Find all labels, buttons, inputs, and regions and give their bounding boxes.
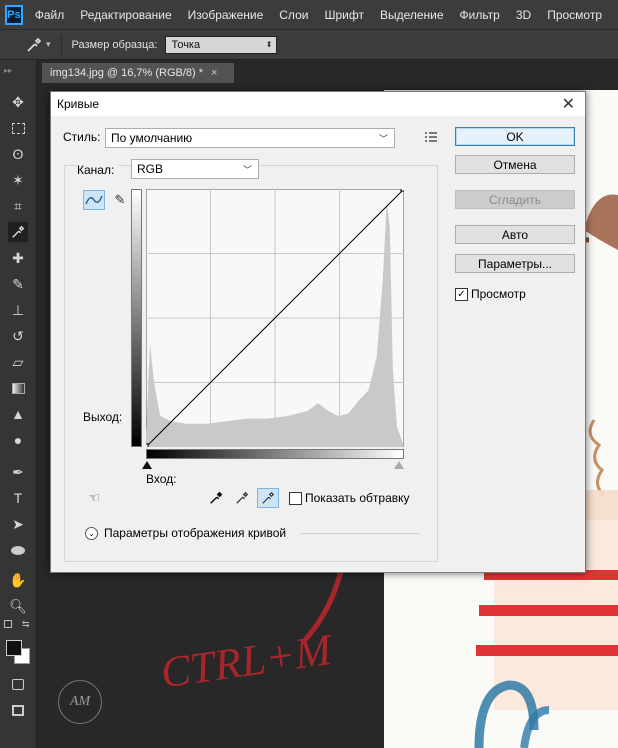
black-point-slider-icon[interactable] [142, 461, 152, 469]
dialog-title: Кривые [57, 97, 100, 111]
presets-menu-icon[interactable] [423, 130, 439, 146]
preview-checkbox[interactable]: ✓ Просмотр [455, 287, 526, 301]
channel-value: RGB [137, 162, 164, 176]
output-label: Выход: [83, 410, 123, 424]
show-clipping-check[interactable] [289, 491, 302, 505]
on-image-adjust-icon[interactable]: ☜ [83, 488, 105, 508]
divider [301, 533, 419, 534]
close-icon[interactable]: ✕ [562, 94, 575, 114]
auto-button[interactable]: Авто [455, 225, 575, 244]
black-eyedropper-icon[interactable] [205, 488, 227, 508]
style-value: По умолчанию [111, 131, 193, 145]
show-clipping-label: Показать обтравку [305, 491, 410, 505]
cancel-button[interactable]: Отмена [455, 155, 575, 174]
dialog-titlebar: Кривые ✕ [51, 92, 585, 116]
chevron-down-double-icon: ⌄ [85, 526, 98, 540]
preview-check[interactable]: ✓ [455, 287, 468, 301]
curves-graph[interactable] [146, 189, 404, 447]
show-clipping-checkbox[interactable]: Показать обтравку [289, 491, 410, 505]
curves-dialog: Кривые ✕ Стиль: По умолчанию ﹀ Канал: RG… [50, 91, 586, 573]
channel-label: Канал: [77, 163, 119, 177]
channel-select[interactable]: RGB ﹀ [131, 159, 259, 179]
input-label: Вход: [146, 472, 177, 486]
curve-display-options-label: Параметры отображения кривой [104, 526, 287, 540]
style-label: Стиль: [63, 130, 101, 144]
curve-edit-points-icon[interactable] [83, 190, 105, 210]
smooth-button[interactable]: Сгладить [455, 190, 575, 209]
options-button[interactable]: Параметры... [455, 254, 575, 273]
chevron-down-icon: ﹀ [242, 165, 252, 175]
curve-control-point[interactable] [400, 189, 404, 192]
input-gradient-bar [146, 449, 404, 459]
watermark-logo: AM [58, 680, 102, 724]
curve-control-point[interactable] [146, 443, 149, 447]
curve-display-options-toggle[interactable]: ⌄ Параметры отображения кривой [85, 526, 286, 540]
output-gradient-bar [131, 189, 142, 447]
pencil-icon[interactable]: ✎ [109, 190, 131, 210]
gray-eyedropper-icon[interactable] [231, 488, 253, 508]
preview-label: Просмотр [471, 287, 526, 301]
ok-button[interactable]: OK [455, 127, 575, 146]
chevron-down-icon: ﹀ [378, 134, 388, 144]
white-point-slider-icon[interactable] [394, 461, 404, 469]
annotation-text: CTRL+M [158, 625, 337, 698]
style-select[interactable]: По умолчанию ﹀ [105, 128, 395, 148]
white-eyedropper-icon[interactable] [257, 488, 279, 508]
